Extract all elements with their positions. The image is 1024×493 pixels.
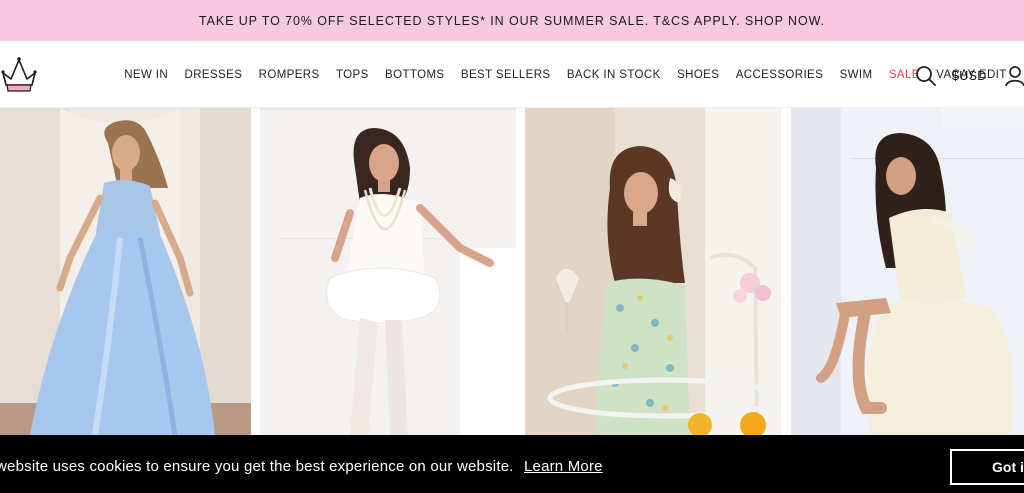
main-nav: NEW IN DRESSES ROMPERS TOPS BOTTOMS BEST… bbox=[116, 41, 1015, 108]
site-header: NEW IN DRESSES ROMPERS TOPS BOTTOMS BEST… bbox=[0, 41, 1024, 108]
learn-more-link[interactable]: Learn More bbox=[524, 458, 603, 475]
crown-logo-icon[interactable] bbox=[0, 51, 38, 97]
product-image-1[interactable] bbox=[0, 108, 251, 435]
nav-item-new-in[interactable]: NEW IN bbox=[124, 69, 168, 81]
nav-item-rompers[interactable]: ROMPERS bbox=[259, 69, 320, 81]
nav-item-tops[interactable]: TOPS bbox=[336, 69, 369, 81]
promo-banner[interactable]: TAKE UP TO 70% OFF SELECTED STYLES* IN O… bbox=[0, 0, 1024, 41]
cookie-message: website uses cookies to ensure you get t… bbox=[0, 458, 603, 475]
nav-item-best-sellers[interactable]: BEST SELLERS bbox=[461, 69, 551, 81]
nav-item-swim[interactable]: SWIM bbox=[840, 69, 873, 81]
cookie-text: website uses cookies to ensure you get t… bbox=[0, 458, 514, 475]
nav-item-dresses[interactable]: DRESSES bbox=[185, 69, 243, 81]
product-image-2[interactable] bbox=[260, 108, 516, 435]
product-image-3[interactable] bbox=[525, 108, 781, 435]
nav-item-bottoms[interactable]: BOTTOMS bbox=[385, 69, 444, 81]
got-it-button[interactable]: Got it bbox=[950, 449, 1024, 485]
promo-text[interactable]: TAKE UP TO 70% OFF SELECTED STYLES* IN O… bbox=[199, 14, 825, 28]
user-icon[interactable] bbox=[1004, 65, 1024, 87]
product-image-4[interactable] bbox=[791, 108, 1024, 435]
nav-item-shoes[interactable]: SHOES bbox=[677, 69, 719, 81]
product-grid bbox=[0, 108, 1024, 435]
search-icon[interactable] bbox=[915, 65, 937, 87]
currency-selector[interactable]: $USD bbox=[952, 69, 987, 83]
nav-item-back-in-stock[interactable]: BACK IN STOCK bbox=[567, 69, 661, 81]
cookie-banner: website uses cookies to ensure you get t… bbox=[0, 435, 1024, 493]
nav-item-accessories[interactable]: ACCESSORIES bbox=[736, 69, 823, 81]
